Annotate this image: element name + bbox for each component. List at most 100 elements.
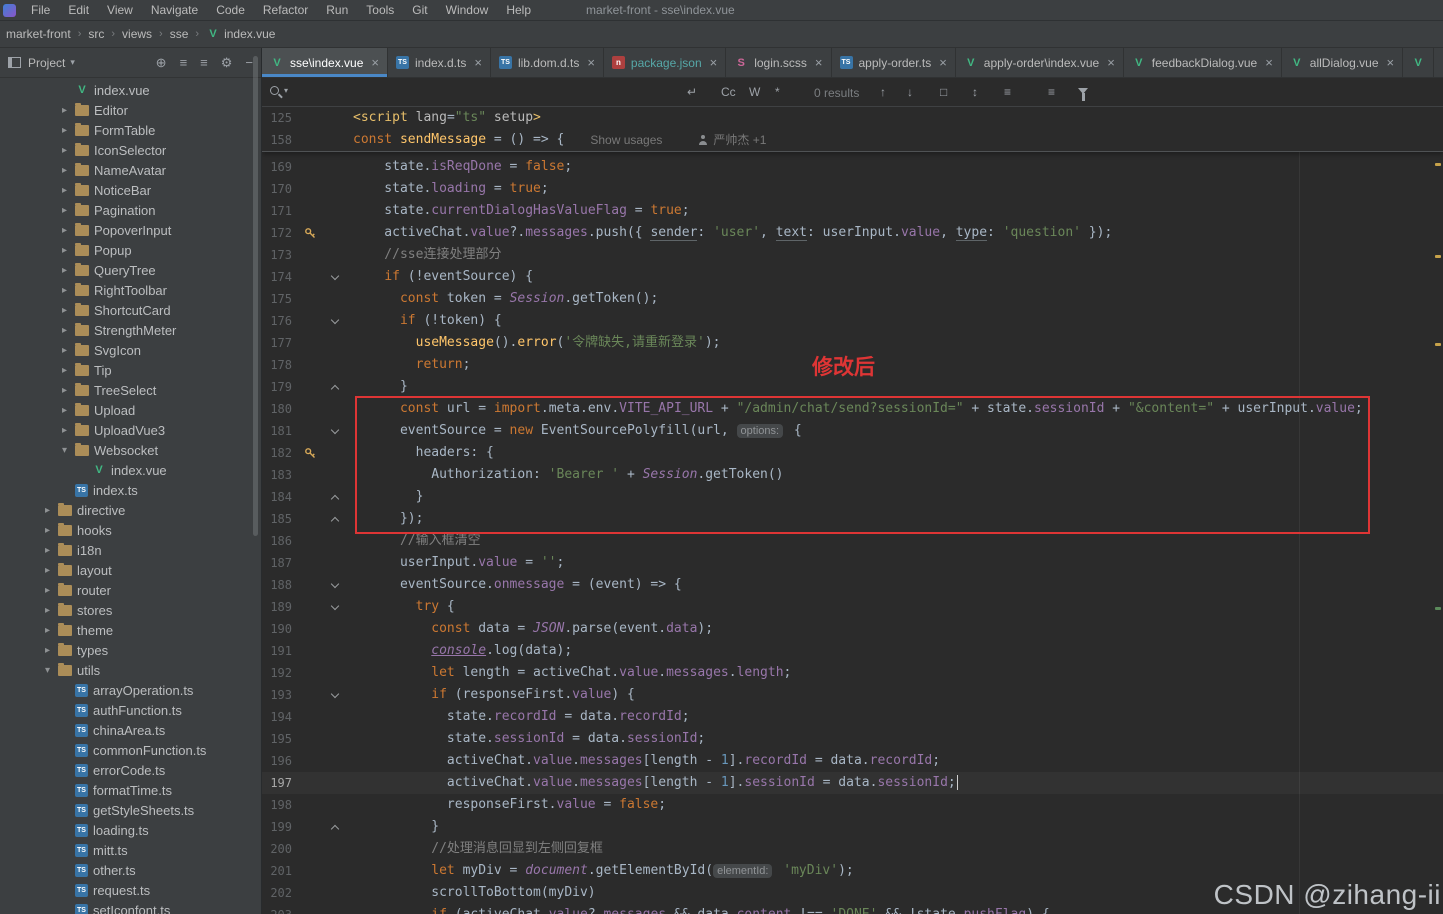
tree-item-treeselect[interactable]: ▸ TreeSelect [0, 380, 261, 400]
close-icon[interactable]: × [371, 55, 379, 70]
tab-clipped[interactable]: V [1403, 48, 1435, 77]
tree-item-uploadvue3[interactable]: ▸ UploadVue3 [0, 420, 261, 440]
chevron-collapsed-icon[interactable]: ▸ [42, 585, 53, 596]
tree-item-loading-ts[interactable]: TS loading.ts [0, 820, 261, 840]
tab-lib-dom-d-ts[interactable]: TS lib.dom.d.ts × [491, 48, 604, 77]
tree-item-stores[interactable]: ▸ stores [0, 600, 261, 620]
tree-item-getstylesheets-ts[interactable]: TS getStyleSheets.ts [0, 800, 261, 820]
tree-item-tip[interactable]: ▸ Tip [0, 360, 261, 380]
code-line-170[interactable]: 170 state.loading = true; [262, 178, 1443, 200]
regex-toggle[interactable]: * [775, 85, 780, 99]
tab-apply-order-index-vue[interactable]: Vapply-order\index.vue × [956, 48, 1124, 77]
chevron-collapsed-icon[interactable]: ▸ [59, 305, 70, 316]
tree-item-other-ts[interactable]: TS other.ts [0, 860, 261, 880]
code-line-171[interactable]: 171 state.currentDialogHasValueFlag = tr… [262, 200, 1443, 222]
tab-feedbackdialog-vue[interactable]: VfeedbackDialog.vue × [1124, 48, 1282, 77]
menu-code[interactable]: Code [207, 3, 254, 17]
tree-item-seticonfont-ts[interactable]: TS setIconfont.ts [0, 900, 261, 914]
chevron-collapsed-icon[interactable]: ▸ [59, 165, 70, 176]
close-icon[interactable]: × [939, 55, 947, 70]
tree-item-strengthmeter[interactable]: ▸ StrengthMeter [0, 320, 261, 340]
tab-index-d-ts[interactable]: TS index.d.ts × [388, 48, 491, 77]
breadcrumb-item-src[interactable]: src [86, 27, 106, 41]
tree-item-index-vue[interactable]: Vindex.vue [0, 80, 261, 100]
code-line-194[interactable]: 194 state.recordId = data.recordId; [262, 706, 1443, 728]
tree-item-shortcutcard[interactable]: ▸ ShortcutCard [0, 300, 261, 320]
tree-item-editor[interactable]: ▸ Editor [0, 100, 261, 120]
chevron-collapsed-icon[interactable]: ▸ [59, 105, 70, 116]
fold-end-icon[interactable] [330, 494, 340, 504]
tab-login-scss[interactable]: Slogin.scss × [726, 48, 832, 77]
chevron-collapsed-icon[interactable]: ▸ [42, 605, 53, 616]
tree-item-request-ts[interactable]: TS request.ts [0, 880, 261, 900]
tree-item-iconselector[interactable]: ▸ IconSelector [0, 140, 261, 160]
chevron-collapsed-icon[interactable]: ▸ [59, 145, 70, 156]
sort-icon[interactable]: ≡ [1048, 85, 1055, 99]
fold-arrow-icon[interactable] [330, 689, 340, 699]
code-line-198[interactable]: 198 responseFirst.value = false; [262, 794, 1443, 816]
tree-item-utils[interactable]: ▾ utils [0, 660, 261, 680]
chevron-collapsed-icon[interactable]: ▸ [59, 365, 70, 376]
chevron-collapsed-icon[interactable]: ▸ [42, 625, 53, 636]
tree-item-router[interactable]: ▸ router [0, 580, 261, 600]
words-toggle[interactable]: W [749, 85, 760, 99]
select-all-occurrences-icon[interactable]: □ [940, 85, 947, 99]
fold-end-icon[interactable] [330, 516, 340, 526]
tree-item-popup[interactable]: ▸ Popup [0, 240, 261, 260]
fold-arrow-icon[interactable] [330, 579, 340, 589]
code-line-193[interactable]: 193 if (responseFirst.value) { [262, 684, 1443, 706]
chevron-expanded-icon[interactable]: ▾ [42, 665, 53, 676]
tree-item-righttoolbar[interactable]: ▸ RightToolbar [0, 280, 261, 300]
chevron-down-icon[interactable]: ▾ [70, 57, 75, 68]
code-line-173[interactable]: 173 //sse连接处理部分 [262, 244, 1443, 266]
menu-run[interactable]: Run [317, 3, 357, 17]
tree-item-formattime-ts[interactable]: TS formatTime.ts [0, 780, 261, 800]
search-icon[interactable]: ▾ [270, 86, 288, 95]
chevron-collapsed-icon[interactable]: ▸ [59, 405, 70, 416]
menu-window[interactable]: Window [437, 3, 498, 17]
tree-item-authfunction-ts[interactable]: TS authFunction.ts [0, 700, 261, 720]
code-line-174[interactable]: 174 if (!eventSource) { [262, 266, 1443, 288]
tree-item-svgicon[interactable]: ▸ SvgIcon [0, 340, 261, 360]
tab-apply-order-ts[interactable]: TS apply-order.ts × [832, 48, 956, 77]
chevron-collapsed-icon[interactable]: ▸ [42, 645, 53, 656]
tab-package-json[interactable]: n package.json × [604, 48, 727, 77]
tree-item-websocket[interactable]: ▾ Websocket [0, 440, 261, 460]
tree-item-i18n[interactable]: ▸ i18n [0, 540, 261, 560]
chevron-collapsed-icon[interactable]: ▸ [42, 525, 53, 536]
code-line-158[interactable]: 158 const sendMessage = () => {Show usage… [262, 129, 1443, 151]
tree-item-upload[interactable]: ▸ Upload [0, 400, 261, 420]
code-line-187[interactable]: 187 userInput.value = ''; [262, 552, 1443, 574]
code-line-196[interactable]: 196 activeChat.value.messages[length - 1… [262, 750, 1443, 772]
menu-file[interactable]: File [22, 3, 59, 17]
close-icon[interactable]: × [815, 55, 823, 70]
tab-sse-index-vue[interactable]: Vsse\index.vue × [262, 48, 388, 77]
code-line-172[interactable]: 172 activeChat.value?.messages.push({ se… [262, 222, 1443, 244]
close-icon[interactable]: × [710, 55, 718, 70]
fold-arrow-icon[interactable] [330, 601, 340, 611]
menu-view[interactable]: View [98, 3, 142, 17]
chevron-collapsed-icon[interactable]: ▸ [59, 285, 70, 296]
filter-funnel-icon[interactable] [1078, 88, 1088, 101]
menu-refactor[interactable]: Refactor [254, 3, 317, 17]
breadcrumb-item-market-front[interactable]: market-front [4, 27, 73, 41]
locate-file-icon[interactable]: ⊕ [156, 55, 167, 71]
code-line-192[interactable]: 192 let length = activeChat.value.messag… [262, 662, 1443, 684]
tree-item-errorcode-ts[interactable]: TS errorCode.ts [0, 760, 261, 780]
tree-item-querytree[interactable]: ▸ QueryTree [0, 260, 261, 280]
chevron-collapsed-icon[interactable]: ▸ [59, 325, 70, 336]
chevron-collapsed-icon[interactable]: ▸ [59, 125, 70, 136]
code-line-199[interactable]: 199 } [262, 816, 1443, 838]
fold-end-icon[interactable] [330, 384, 340, 394]
code-line-189[interactable]: 189 try { [262, 596, 1443, 618]
fold-end-icon[interactable] [330, 824, 340, 834]
tree-item-directive[interactable]: ▸ directive [0, 500, 261, 520]
code-line-195[interactable]: 195 state.sessionId = data.sessionId; [262, 728, 1443, 750]
chevron-collapsed-icon[interactable]: ▸ [42, 565, 53, 576]
chevron-collapsed-icon[interactable]: ▸ [59, 425, 70, 436]
settings-gear-icon[interactable]: ⚙ [221, 55, 233, 71]
tree-item-noticebar[interactable]: ▸ NoticeBar [0, 180, 261, 200]
breadcrumb-item-views[interactable]: views [120, 27, 154, 41]
code-line-188[interactable]: 188 eventSource.onmessage = (event) => { [262, 574, 1443, 596]
chevron-expanded-icon[interactable]: ▾ [59, 445, 70, 456]
